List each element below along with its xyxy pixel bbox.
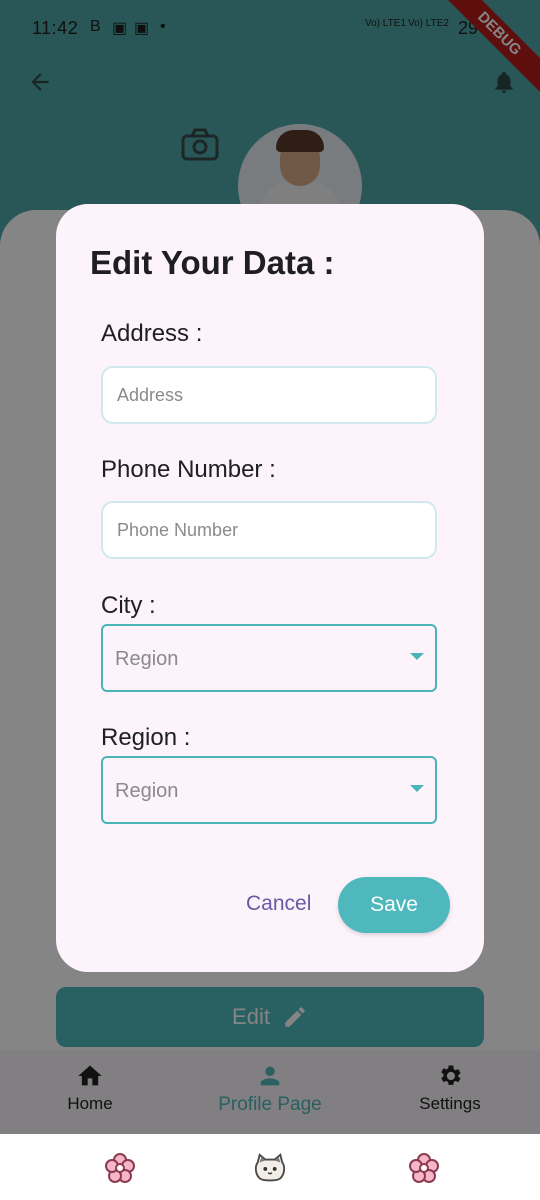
region-label: Region :	[101, 724, 191, 751]
flower-icon	[105, 1153, 135, 1183]
flower-icon	[409, 1153, 439, 1183]
address-input[interactable]	[101, 366, 437, 424]
phone-label: Phone Number :	[101, 456, 276, 483]
address-label: Address :	[101, 320, 203, 347]
dropdown-caret-icon	[410, 785, 424, 792]
cat-icon	[254, 1153, 286, 1182]
dropdown-caret-icon	[410, 653, 424, 660]
system-navigation-bar	[0, 1134, 540, 1200]
system-flower-right[interactable]	[408, 1152, 440, 1184]
region-dropdown-value: Region	[115, 780, 179, 802]
system-flower-left[interactable]	[104, 1152, 136, 1184]
city-label: City :	[101, 592, 156, 619]
dialog-title: Edit Your Data :	[90, 244, 335, 281]
city-dropdown[interactable]: Region	[101, 624, 437, 692]
city-dropdown-value: Region	[115, 648, 179, 670]
phone-input[interactable]	[101, 501, 437, 559]
cancel-button[interactable]: Cancel	[246, 892, 311, 916]
save-button[interactable]: Save	[338, 877, 450, 933]
region-dropdown[interactable]: Region	[101, 756, 437, 824]
edit-data-dialog: Edit Your Data : Address : Phone Number …	[56, 204, 484, 972]
system-cat-home[interactable]	[254, 1152, 286, 1184]
